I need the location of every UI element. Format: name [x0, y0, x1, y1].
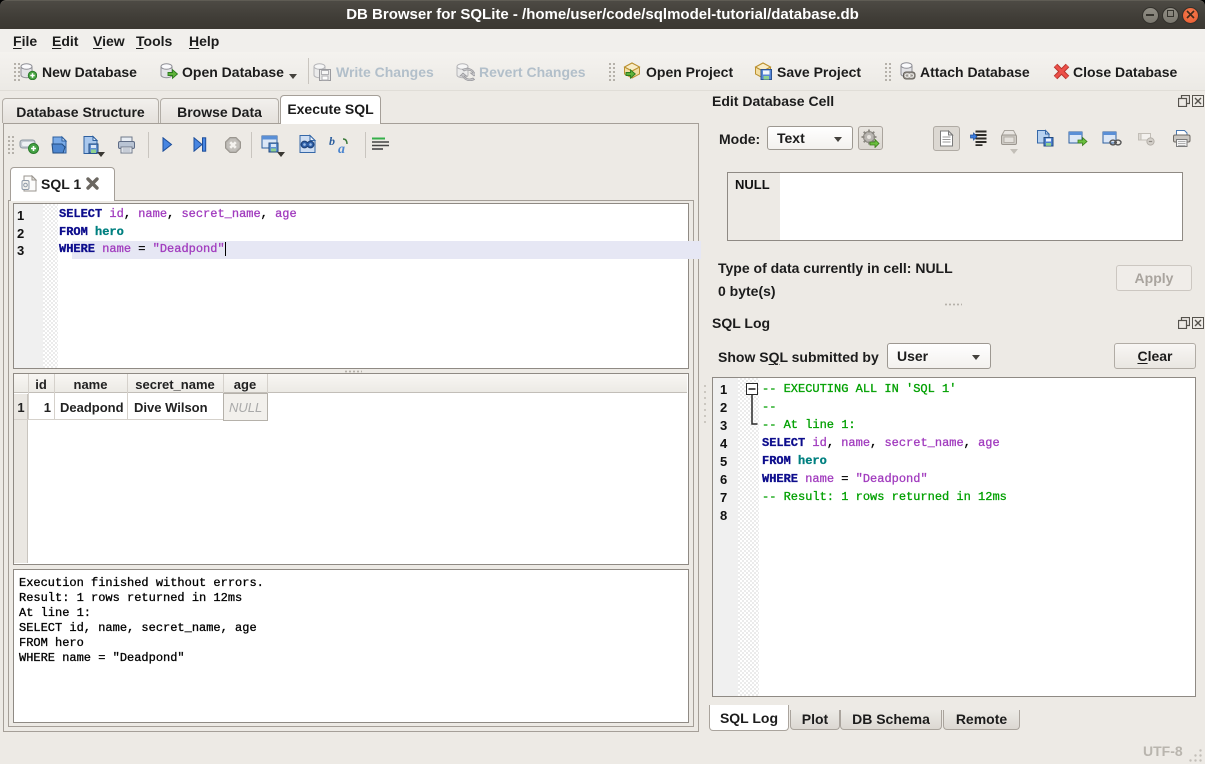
svg-text:b: b — [329, 135, 335, 148]
svg-text:a: a — [338, 142, 345, 155]
